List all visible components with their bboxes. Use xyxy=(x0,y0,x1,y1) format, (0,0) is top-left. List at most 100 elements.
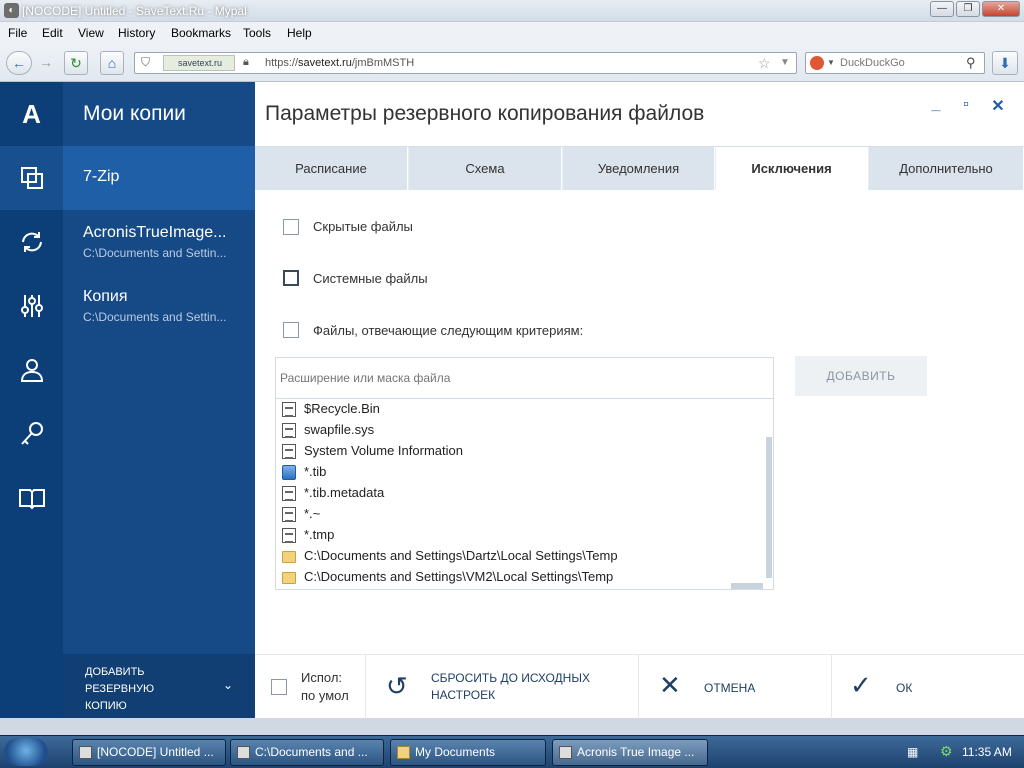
taskbar-item-browser[interactable]: [NOCODE] Untitled ... xyxy=(72,739,226,766)
sync-icon[interactable] xyxy=(0,210,63,274)
file-icon xyxy=(282,528,296,543)
navigation-toolbar: ← → ↻ ⌂ ⛉ savetext.ru 🔒︎ https://savetex… xyxy=(0,44,1024,82)
reset-label-1: СБРОСИТЬ ДО ИСХОДНЫХ xyxy=(431,671,590,685)
menu-bar: File Edit View History Bookmarks Tools H… xyxy=(0,22,1024,44)
file-mask-input[interactable] xyxy=(276,358,773,398)
reset-defaults-button[interactable]: ↺ СБРОСИТЬ ДО ИСХОДНЫХ НАСТРОЕК xyxy=(365,655,638,719)
add-backup-label: ДОБАВИТЬ РЕЗЕРВНУЮ КОПИЮ xyxy=(85,666,155,712)
settings-tabs: Расписание Схема Уведомления Исключения … xyxy=(255,146,1024,191)
close-window-button[interactable]: ✕ xyxy=(982,1,1020,17)
7zip-icon xyxy=(237,746,250,759)
tab-advanced[interactable]: Дополнительно xyxy=(869,147,1024,190)
tab-notifications[interactable]: Уведомления xyxy=(563,147,715,190)
maximize-window-button[interactable]: ❐ xyxy=(956,1,980,17)
book-icon[interactable] xyxy=(0,466,63,530)
minimize-icon[interactable]: _ xyxy=(925,96,947,118)
backups-icon[interactable] xyxy=(0,146,63,210)
exclusions-list[interactable]: $Recycle.Bin swapfile.sys System Volume … xyxy=(275,399,774,590)
forward-arrow-icon[interactable]: → xyxy=(34,51,58,75)
page-title: Параметры резервного копирования файлов xyxy=(265,102,705,125)
settings-footer: Испол: по умол ↺ СБРОСИТЬ ДО ИСХОДНЫХ НА… xyxy=(255,654,1024,719)
url-bar[interactable]: ⛉ savetext.ru 🔒︎ https://savetext.ru/jmB… xyxy=(134,52,797,74)
add-backup-button[interactable]: ДОБАВИТЬ РЕЗЕРВНУЮ КОПИЮ ⌄ xyxy=(63,654,255,718)
icon-rail: A xyxy=(0,82,63,718)
windows-taskbar: [NOCODE] Untitled ... C:\Documents and .… xyxy=(0,735,1024,768)
use-defaults-label-2: по умол xyxy=(301,688,349,703)
menu-view[interactable]: View xyxy=(78,26,104,40)
sidebar-title: Мои копии xyxy=(83,102,186,125)
start-button[interactable] xyxy=(4,738,48,766)
url-text[interactable]: https://savetext.ru/jmBmMSTH xyxy=(265,57,414,69)
folder-icon xyxy=(282,572,296,584)
account-icon[interactable] xyxy=(0,338,63,402)
horizontal-scrollbar-thumb[interactable] xyxy=(731,583,763,589)
home-icon[interactable]: ⌂ xyxy=(100,51,124,75)
backup-item-7zip[interactable]: 7-Zip xyxy=(63,146,255,210)
duckduckgo-icon[interactable] xyxy=(810,56,824,70)
cancel-button[interactable]: ✕ ОТМЕНА xyxy=(638,655,831,719)
back-arrow-icon[interactable]: ← xyxy=(6,51,32,75)
chevron-down-icon[interactable]: ⌄ xyxy=(223,678,233,692)
menu-edit[interactable]: Edit xyxy=(42,26,63,40)
tab-exclusions[interactable]: Исключения xyxy=(716,147,868,191)
browser-titlebar: ◐ [NOCODE] Untitled - SaveText.Ru - Mypa… xyxy=(0,0,1024,22)
tab-schedule[interactable]: Расписание xyxy=(255,147,408,190)
taskbar-item-7zip[interactable]: C:\Documents and ... xyxy=(230,739,384,766)
site-identity-badge[interactable]: savetext.ru xyxy=(163,55,235,71)
tab-scheme[interactable]: Схема xyxy=(409,147,562,190)
hidden-files-label: Скрытые файлы xyxy=(313,219,413,234)
backups-sidebar: Мои копии 7-Zip AcronisTrueImage... C:\D… xyxy=(63,82,255,718)
system-files-checkbox[interactable] xyxy=(283,270,299,286)
menu-tools[interactable]: Tools xyxy=(243,26,271,40)
file-icon xyxy=(282,444,296,459)
search-bar[interactable]: ▼ DuckDuckGo ⚲ xyxy=(805,52,985,74)
cancel-x-icon: ✕ xyxy=(659,670,681,700)
acronis-app: A Мои копии 7-Zip AcronisTrueImage... C:… xyxy=(0,82,1024,719)
key-icon[interactable] xyxy=(0,402,63,466)
backup-item-acronis[interactable]: AcronisTrueImage... C:\Documents and Set… xyxy=(63,210,255,274)
folder-icon xyxy=(282,551,296,563)
ok-label: ОК xyxy=(896,681,913,695)
hidden-files-checkbox[interactable] xyxy=(283,219,299,235)
taskbar-clock[interactable]: 11:35 AM xyxy=(962,745,1012,759)
system-files-label: Системные файлы xyxy=(313,271,428,286)
keyboard-tray-icon[interactable]: ▦ xyxy=(907,745,918,759)
search-icon[interactable]: ⚲ xyxy=(966,55,976,71)
menu-help[interactable]: Help xyxy=(287,26,312,40)
download-icon[interactable]: ⬇ xyxy=(992,51,1018,75)
backup-item-kopiya[interactable]: Копия C:\Documents and Settin... xyxy=(63,274,255,338)
search-engine-dropdown-icon[interactable]: ▼ xyxy=(827,58,835,67)
add-mask-button[interactable]: ДОБАВИТЬ xyxy=(795,356,927,396)
tools-sliders-icon[interactable] xyxy=(0,274,63,338)
scrollbar-thumb[interactable] xyxy=(766,437,772,578)
criteria-files-checkbox[interactable] xyxy=(283,322,299,338)
reset-label-2: НАСТРОЕК xyxy=(431,688,496,702)
taskbar-item-my-documents[interactable]: My Documents xyxy=(390,739,546,766)
file-icon xyxy=(282,423,296,438)
url-dropdown-icon[interactable]: ▼ xyxy=(780,57,790,68)
backup-item-subtitle: C:\Documents and Settin... xyxy=(83,310,227,324)
backup-file-icon xyxy=(282,465,296,480)
close-icon[interactable]: ✕ xyxy=(987,96,1009,118)
reload-icon[interactable]: ↻ xyxy=(64,51,88,75)
maximize-icon[interactable]: ▫ xyxy=(955,96,977,118)
vertical-scrollbar[interactable] xyxy=(765,399,773,589)
use-defaults-checkbox[interactable] xyxy=(271,679,287,695)
menu-bookmarks[interactable]: Bookmarks xyxy=(171,26,231,40)
menu-history[interactable]: History xyxy=(118,26,155,40)
mypal-icon xyxy=(79,746,92,759)
bookmark-star-icon[interactable]: ☆ xyxy=(758,55,771,72)
backup-item-title: 7-Zip xyxy=(83,168,120,185)
file-icon xyxy=(282,402,296,417)
taskbar-item-acronis[interactable]: Acronis True Image ... xyxy=(552,739,708,766)
use-defaults-option[interactable]: Испол: по умол xyxy=(255,655,365,719)
criteria-files-label: Файлы, отвечающие следующим критериям: xyxy=(313,323,584,338)
acronis-logo-icon[interactable]: A xyxy=(0,82,63,146)
minimize-window-button[interactable]: — xyxy=(930,1,954,17)
window-title: [NOCODE] Untitled - SaveText.Ru - Mypal xyxy=(22,4,247,18)
shield-icon: ⛉ xyxy=(141,55,151,69)
folder-icon xyxy=(397,746,410,759)
menu-file[interactable]: File xyxy=(8,26,27,40)
ok-button[interactable]: ✓ ОК xyxy=(831,655,1024,719)
network-tray-icon[interactable]: ⚙ xyxy=(940,743,953,760)
